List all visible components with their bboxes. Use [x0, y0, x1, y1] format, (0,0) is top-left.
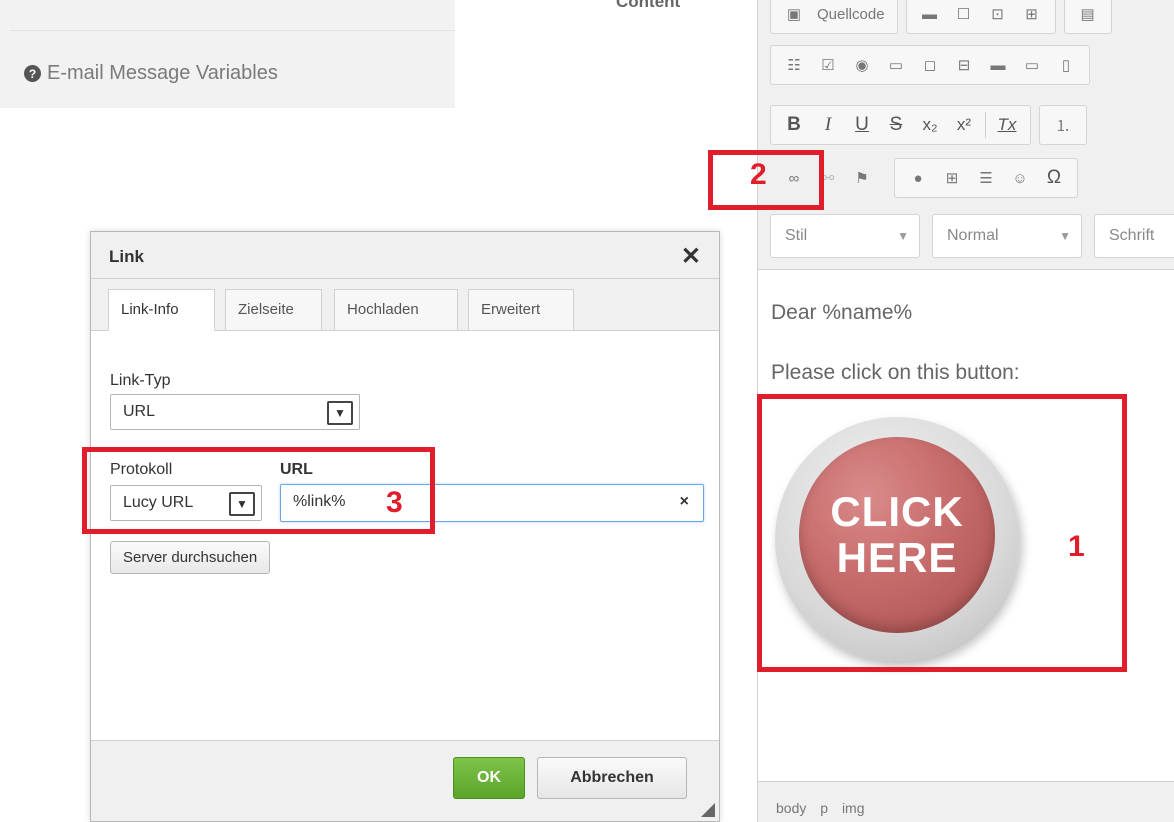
annotation-number-1: 1: [1068, 530, 1085, 563]
source-button[interactable]: Quellcode: [811, 6, 891, 23]
horizontal-line-icon[interactable]: ☰: [969, 162, 1003, 194]
toolbar-row-5: Stil ▼ Normal ▼ Schrift: [770, 214, 1174, 258]
print-icon[interactable]: ⊞: [1015, 0, 1049, 30]
tab-advanced[interactable]: Erweitert: [468, 289, 574, 331]
format-combo-label: Normal: [947, 227, 999, 244]
dialog-title-bar: Link ✕: [91, 232, 719, 279]
dialog-tabs: Link-Info Zielseite Hochladen Erweitert: [91, 279, 719, 331]
list-group: ⒈: [1039, 105, 1087, 145]
button-icon[interactable]: ▬: [981, 49, 1015, 81]
font-combo[interactable]: Schrift: [1094, 214, 1174, 258]
new-page-icon[interactable]: ☐: [947, 0, 981, 30]
chevron-down-icon: ▼: [1059, 229, 1071, 243]
remove-format-button[interactable]: Tx: [990, 109, 1024, 141]
textarea-icon[interactable]: ◻: [913, 49, 947, 81]
superscript-button[interactable]: x²: [947, 109, 981, 141]
table-icon[interactable]: ⊞: [935, 162, 969, 194]
dialog-body: Link-Typ URL ▼ Protokoll URL Lucy URL ▼ …: [91, 332, 719, 740]
annotation-box-3: [82, 447, 435, 534]
anchor-flag-icon[interactable]: ⚑: [845, 162, 879, 194]
link-type-label: Link-Typ: [110, 372, 171, 389]
link-type-value: URL: [123, 403, 156, 420]
source-icon[interactable]: ▣: [777, 0, 811, 30]
divider: [10, 30, 455, 31]
annotation-number-2: 2: [750, 158, 767, 191]
strike-button[interactable]: S: [879, 109, 913, 141]
email-variables-label: E-mail Message Variables: [47, 62, 278, 84]
question-icon: ?: [24, 65, 41, 82]
document-group: ▬ ☐ ⊡ ⊞: [905, 0, 1056, 34]
template-group: ▤: [1063, 0, 1112, 34]
toolbar-row-1: ▣ Quellcode ▬ ☐ ⊡ ⊞ ▤: [770, 0, 1120, 36]
numbered-list-icon[interactable]: ⒈: [1046, 109, 1080, 141]
element-path-bar: body p img: [758, 781, 1174, 822]
select-icon[interactable]: ⊟: [947, 49, 981, 81]
bold-button[interactable]: B: [777, 109, 811, 141]
font-combo-label: Schrift: [1109, 227, 1155, 244]
instruction-text: Please click on this button:: [771, 361, 1020, 384]
separator: [985, 112, 986, 138]
format-combo[interactable]: Normal ▼: [932, 214, 1082, 258]
special-char-icon[interactable]: Ω: [1037, 162, 1071, 194]
italic-button[interactable]: I: [811, 109, 845, 141]
email-variables-link[interactable]: ? E-mail Message Variables: [24, 62, 278, 85]
ok-button[interactable]: OK: [453, 757, 525, 799]
cancel-button[interactable]: Abbrechen: [537, 757, 687, 799]
left-panel: ? E-mail Message Variables: [0, 0, 455, 108]
style-combo-label: Stil: [785, 227, 808, 244]
annotation-number-3: 3: [386, 486, 403, 519]
image-button-icon[interactable]: ▭: [1015, 49, 1049, 81]
textfield-icon[interactable]: ▭: [879, 49, 913, 81]
save-icon[interactable]: ▬: [913, 0, 947, 30]
radio-icon[interactable]: ◉: [845, 49, 879, 81]
chevron-down-icon: ▼: [897, 229, 909, 243]
link-type-select[interactable]: URL ▼: [110, 394, 360, 430]
close-icon[interactable]: ✕: [681, 242, 701, 271]
subscript-button[interactable]: x₂: [913, 109, 947, 141]
tab-upload[interactable]: Hochladen: [334, 289, 458, 331]
tab-link-info[interactable]: Link-Info: [108, 289, 215, 331]
insert-group: ● ⊞ ☰ ☺ Ω: [894, 158, 1078, 198]
tab-target[interactable]: Zielseite: [225, 289, 322, 331]
greeting-text: Dear %name%: [771, 301, 913, 324]
clear-icon[interactable]: ×: [680, 493, 689, 511]
style-combo[interactable]: Stil ▼: [770, 214, 920, 258]
browse-server-button[interactable]: Server durchsuchen: [110, 541, 271, 574]
templates-icon[interactable]: ▤: [1071, 0, 1105, 30]
resize-handle-icon[interactable]: [701, 803, 715, 817]
source-group: ▣ Quellcode: [770, 0, 898, 34]
path-img[interactable]: img: [842, 800, 865, 816]
dialog-footer: OK Abbrechen: [91, 740, 719, 821]
checkbox-icon[interactable]: ☑: [811, 49, 845, 81]
flash-icon[interactable]: ●: [901, 162, 935, 194]
underline-button[interactable]: U: [845, 109, 879, 141]
toolbar-row-2: ☷ ☑ ◉ ▭ ◻ ⊟ ▬ ▭ ▯: [770, 43, 1098, 87]
path-body[interactable]: body: [776, 800, 806, 816]
hidden-field-icon[interactable]: ▯: [1049, 49, 1083, 81]
editor-toolbar: ▣ Quellcode ▬ ☐ ⊡ ⊞ ▤ ☷ ☑ ◉ ▭ ◻ ⊟ ▬ ▭ ▯ …: [758, 0, 1174, 270]
preview-icon[interactable]: ⊡: [981, 0, 1015, 30]
basic-styles-group: B I U S x₂ x² Tx: [770, 105, 1031, 145]
dialog-title: Link: [109, 247, 144, 266]
chevron-down-icon: ▼: [327, 401, 353, 425]
toolbar-row-3: B I U S x₂ x² Tx ⒈: [770, 103, 1095, 147]
form-group: ☷ ☑ ◉ ▭ ◻ ⊟ ▬ ▭ ▯: [770, 45, 1090, 85]
content-label: Content: [616, 0, 681, 11]
smiley-icon[interactable]: ☺: [1003, 162, 1037, 194]
form-icon[interactable]: ☷: [777, 49, 811, 81]
path-p[interactable]: p: [820, 800, 828, 816]
